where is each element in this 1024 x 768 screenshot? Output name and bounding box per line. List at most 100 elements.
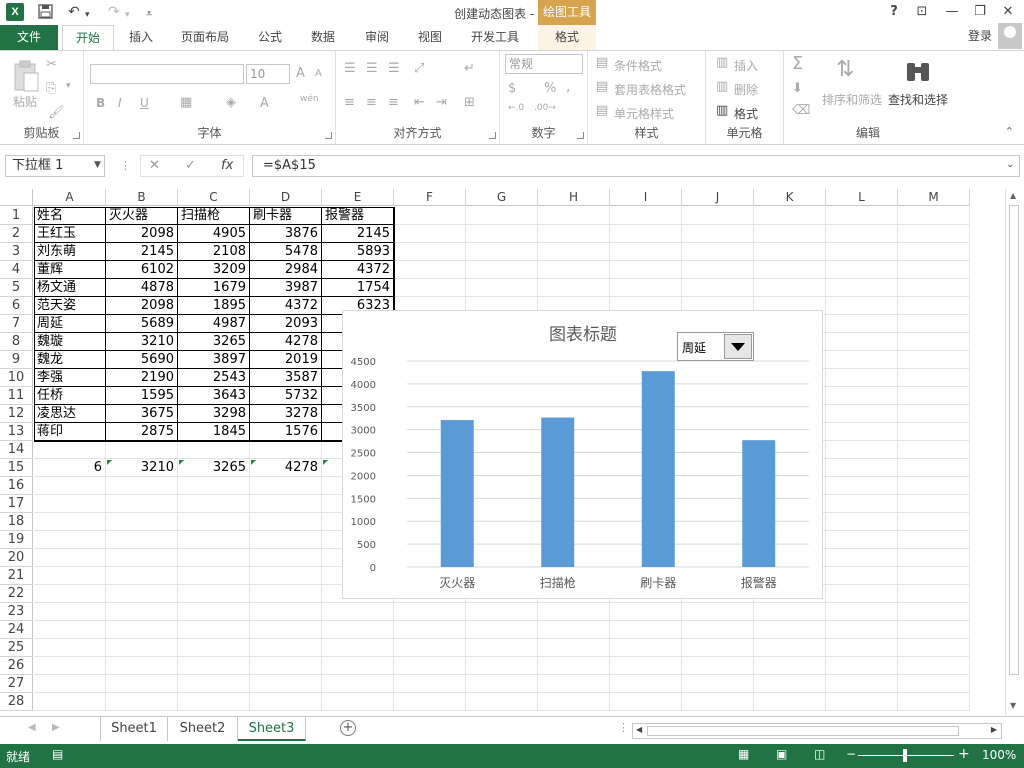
cell[interactable]: 4372 <box>250 297 322 315</box>
sheet-tab-sheet1[interactable]: Sheet1 <box>100 717 168 741</box>
cell[interactable] <box>826 369 898 387</box>
column-header[interactable]: J <box>682 189 754 206</box>
align-right-icon[interactable]: ≡ <box>388 95 399 110</box>
cell[interactable] <box>106 693 178 711</box>
cell[interactable] <box>250 621 322 639</box>
collapse-ribbon-icon[interactable]: ⌃ <box>1005 125 1014 138</box>
row-header[interactable]: 21 <box>0 567 33 585</box>
cell[interactable]: 3897 <box>178 351 250 369</box>
cell[interactable] <box>466 207 538 225</box>
cell[interactable] <box>394 657 466 675</box>
cell[interactable]: 4878 <box>106 279 178 297</box>
wrap-text-icon[interactable]: ↵ <box>464 61 475 76</box>
cell[interactable] <box>826 531 898 549</box>
cell[interactable]: 2098 <box>106 225 178 243</box>
column-header[interactable]: K <box>754 189 826 206</box>
cell[interactable] <box>682 207 754 225</box>
zoom-in-icon[interactable]: + <box>958 746 970 762</box>
select-all-corner[interactable] <box>0 189 33 206</box>
cell[interactable]: 李强 <box>34 369 106 387</box>
tab-review[interactable]: 审阅 <box>354 25 400 50</box>
cell[interactable] <box>34 657 106 675</box>
cell[interactable] <box>466 225 538 243</box>
cell[interactable] <box>34 441 106 459</box>
cell[interactable] <box>466 657 538 675</box>
cell[interactable] <box>178 621 250 639</box>
formula-input[interactable]: =$A$15 <box>252 155 1020 177</box>
row-header[interactable]: 10 <box>0 369 33 387</box>
cell[interactable]: 4987 <box>178 315 250 333</box>
cell[interactable]: 姓名 <box>34 207 106 225</box>
number-format-select[interactable]: 常规 <box>505 54 583 74</box>
tab-insert[interactable]: 插入 <box>118 25 164 50</box>
cell[interactable] <box>898 315 970 333</box>
cell[interactable] <box>178 693 250 711</box>
row-header[interactable]: 11 <box>0 387 33 405</box>
row-header[interactable]: 22 <box>0 585 33 603</box>
enter-icon[interactable]: ✓ <box>185 156 196 176</box>
cell[interactable]: 1754 <box>322 279 394 297</box>
close-icon[interactable]: ✕ <box>996 3 1020 21</box>
cell[interactable] <box>178 513 250 531</box>
cell[interactable] <box>250 657 322 675</box>
cell[interactable] <box>826 315 898 333</box>
cell[interactable]: 2108 <box>178 243 250 261</box>
cell[interactable] <box>898 639 970 657</box>
cell[interactable] <box>898 657 970 675</box>
cell[interactable] <box>394 243 466 261</box>
percent-style-icon[interactable]: % <box>544 81 556 96</box>
cell[interactable] <box>610 261 682 279</box>
cell[interactable]: 4372 <box>322 261 394 279</box>
ribbon-display-options-icon[interactable]: ⊡ <box>910 3 934 21</box>
paste-icon[interactable] <box>12 59 40 93</box>
italic-button[interactable]: I <box>118 96 122 110</box>
insert-cells-button[interactable]: 插入 <box>734 57 758 74</box>
font-size-input[interactable]: 10 <box>246 64 290 84</box>
sheet-prev-icon[interactable]: ◀ <box>28 722 36 733</box>
cell[interactable]: 董辉 <box>34 261 106 279</box>
cell[interactable]: 3587 <box>250 369 322 387</box>
cell[interactable]: 3210 <box>106 333 178 351</box>
cell[interactable]: 1576 <box>250 423 322 441</box>
cell[interactable] <box>178 585 250 603</box>
row-header[interactable]: 18 <box>0 513 33 531</box>
row-header[interactable]: 20 <box>0 549 33 567</box>
cell[interactable] <box>322 675 394 693</box>
row-header[interactable]: 13 <box>0 423 33 441</box>
cell[interactable]: 2875 <box>106 423 178 441</box>
zoom-level[interactable]: 100% <box>982 748 1016 762</box>
page-break-view-icon[interactable]: ◫ <box>814 747 825 761</box>
phonetic-icon[interactable]: wén <box>300 94 319 104</box>
dropdown-arrow-button[interactable] <box>724 334 752 359</box>
sort-filter-button[interactable]: 排序和筛选 <box>822 91 882 108</box>
cell[interactable] <box>178 639 250 657</box>
cell[interactable] <box>754 225 826 243</box>
cell[interactable] <box>898 459 970 477</box>
cell[interactable] <box>682 603 754 621</box>
cell[interactable] <box>106 531 178 549</box>
page-layout-view-icon[interactable]: ▣ <box>776 747 787 761</box>
scroll-left-icon[interactable]: ◀ <box>636 725 642 734</box>
row-header[interactable]: 16 <box>0 477 33 495</box>
cell[interactable]: 3265 <box>178 333 250 351</box>
cell[interactable] <box>682 693 754 711</box>
cell[interactable]: 任桥 <box>34 387 106 405</box>
cell[interactable] <box>34 603 106 621</box>
cell[interactable]: 2098 <box>106 297 178 315</box>
insert-cells-icon[interactable]: ▥ <box>716 55 728 70</box>
normal-view-icon[interactable]: ▦ <box>738 747 749 761</box>
cell[interactable] <box>826 405 898 423</box>
cell[interactable] <box>322 603 394 621</box>
cell[interactable]: 1595 <box>106 387 178 405</box>
cell[interactable] <box>826 675 898 693</box>
cell[interactable]: 范天姿 <box>34 297 106 315</box>
cell[interactable] <box>394 225 466 243</box>
column-header[interactable]: C <box>178 189 250 206</box>
cell[interactable] <box>826 513 898 531</box>
row-header[interactable]: 23 <box>0 603 33 621</box>
cell[interactable] <box>538 261 610 279</box>
cell[interactable]: 3876 <box>250 225 322 243</box>
underline-button[interactable]: U <box>140 96 149 110</box>
cell[interactable]: 1895 <box>178 297 250 315</box>
cell[interactable] <box>898 477 970 495</box>
